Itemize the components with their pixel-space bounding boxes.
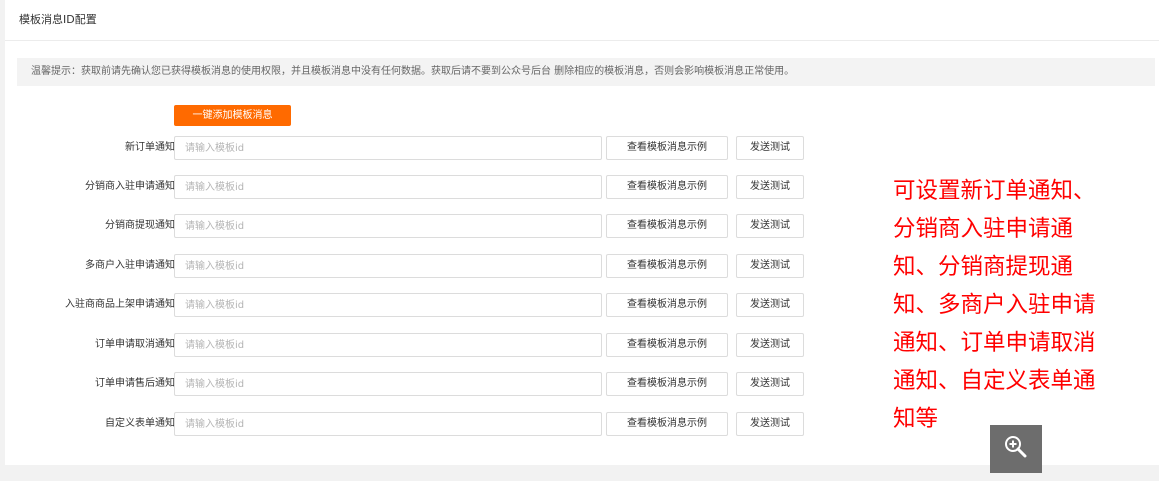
row-label: 分销商入驻申请通知 xyxy=(85,181,175,192)
template-id-input[interactable] xyxy=(174,175,602,199)
row-label: 订单申请售后通知 xyxy=(95,378,175,389)
config-row: 新订单通知 查看模板消息示例 发送测试 xyxy=(5,136,825,160)
template-id-input[interactable] xyxy=(174,136,602,160)
view-example-button[interactable]: 查看模板消息示例 xyxy=(606,293,728,317)
view-example-button[interactable]: 查看模板消息示例 xyxy=(606,372,728,396)
template-id-input[interactable] xyxy=(174,333,602,357)
view-example-button[interactable]: 查看模板消息示例 xyxy=(606,175,728,199)
row-label: 自定义表单通知 xyxy=(105,418,175,429)
row-label: 订单申请取消通知 xyxy=(95,339,175,350)
title-divider xyxy=(5,40,1159,41)
template-id-input[interactable] xyxy=(174,412,602,436)
row-label: 新订单通知 xyxy=(125,142,175,153)
config-row: 订单申请售后通知 查看模板消息示例 发送测试 xyxy=(5,372,825,396)
row-label: 多商户入驻申请通知 xyxy=(85,260,175,271)
config-row: 订单申请取消通知 查看模板消息示例 发送测试 xyxy=(5,333,825,357)
view-example-button[interactable]: 查看模板消息示例 xyxy=(606,412,728,436)
config-row: 自定义表单通知 查看模板消息示例 发送测试 xyxy=(5,412,825,436)
view-example-button[interactable]: 查看模板消息示例 xyxy=(606,333,728,357)
feature-annotation: 可设置新订单通知、 分销商入驻申请通 知、分销商提现通 知、多商户入驻申请 通知… xyxy=(893,178,1096,432)
template-id-input[interactable] xyxy=(174,254,602,278)
send-test-button[interactable]: 发送测试 xyxy=(736,214,804,238)
send-test-button[interactable]: 发送测试 xyxy=(736,412,804,436)
config-row: 多商户入驻申请通知 查看模板消息示例 发送测试 xyxy=(5,254,825,278)
add-template-button[interactable]: 一键添加模板消息 xyxy=(174,105,291,126)
send-test-button[interactable]: 发送测试 xyxy=(736,372,804,396)
row-label: 分销商提现通知 xyxy=(105,220,175,231)
view-example-button[interactable]: 查看模板消息示例 xyxy=(606,254,728,278)
notice-banner: 温馨提示：获取前请先确认您已获得模板消息的使用权限，并且模板消息中没有任何数据。… xyxy=(17,58,1155,86)
send-test-button[interactable]: 发送测试 xyxy=(736,175,804,199)
panel-title: 模板消息ID配置 xyxy=(19,13,97,26)
template-id-input[interactable] xyxy=(174,372,602,396)
view-example-button[interactable]: 查看模板消息示例 xyxy=(606,214,728,238)
template-id-input[interactable] xyxy=(174,214,602,238)
send-test-button[interactable]: 发送测试 xyxy=(736,254,804,278)
zoom-button[interactable] xyxy=(990,425,1042,473)
row-label: 入驻商商品上架申请通知 xyxy=(65,299,175,310)
send-test-button[interactable]: 发送测试 xyxy=(736,136,804,160)
template-id-input[interactable] xyxy=(174,293,602,317)
config-row: 分销商入驻申请通知 查看模板消息示例 发送测试 xyxy=(5,175,825,199)
view-example-button[interactable]: 查看模板消息示例 xyxy=(606,136,728,160)
send-test-button[interactable]: 发送测试 xyxy=(736,333,804,357)
zoom-in-icon xyxy=(1003,434,1029,464)
config-row: 入驻商商品上架申请通知 查看模板消息示例 发送测试 xyxy=(5,293,825,317)
send-test-button[interactable]: 发送测试 xyxy=(736,293,804,317)
config-row: 分销商提现通知 查看模板消息示例 发送测试 xyxy=(5,214,825,238)
